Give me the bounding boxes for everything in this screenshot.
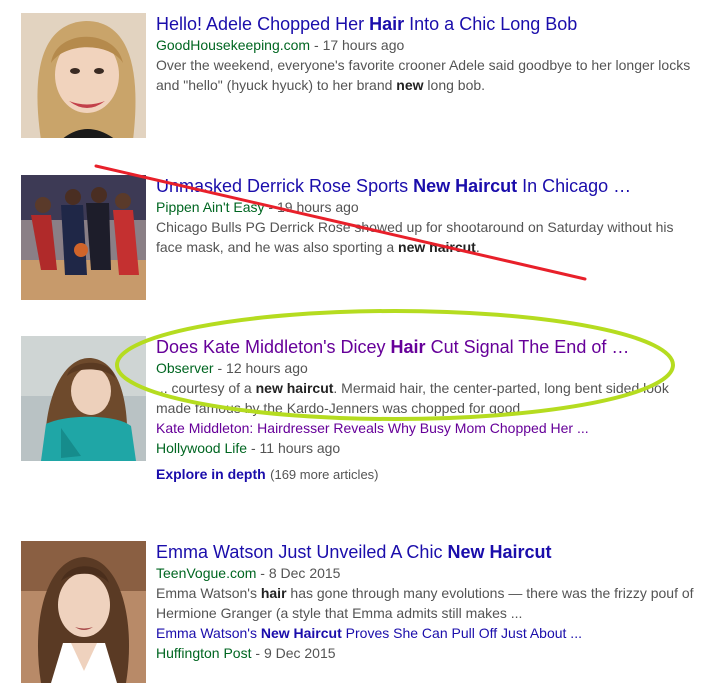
related-article-meta: Hollywood Life - 11 hours ago	[156, 438, 696, 458]
snippet-bold: new	[396, 77, 424, 93]
emma-watson-thumbnail[interactable]	[21, 541, 146, 683]
source-name: GoodHousekeeping.com	[156, 37, 311, 53]
sub-title-post: Proves She Can Pull Off Just About ...	[341, 625, 582, 641]
snippet-pre: ... courtesy of a	[156, 380, 256, 396]
meta-sep: -	[251, 645, 264, 661]
explore-in-depth-link[interactable]: Explore in depth	[156, 466, 266, 482]
title-bold: New Haircut	[413, 176, 518, 196]
publish-time: 9 Dec 2015	[263, 645, 336, 661]
related-article-link[interactable]: Kate Middleton: Hairdresser Reveals Why …	[156, 418, 696, 438]
meta-sep: -	[310, 37, 323, 53]
title-post: In Chicago …	[517, 176, 632, 196]
source-name: Pippen Ain't Easy	[156, 199, 265, 215]
result-meta: Observer - 12 hours ago	[156, 358, 696, 378]
related-article-link[interactable]: Emma Watson's New Haircut Proves She Can…	[156, 623, 696, 643]
snippet-bold: hair	[260, 585, 287, 601]
title-post: Into a Chic Long Bob	[404, 14, 578, 34]
title-pre: Unmasked Derrick Rose Sports	[156, 176, 414, 196]
title-post: Cut Signal The End of …	[425, 337, 630, 357]
source-name: Huffington Post	[156, 645, 252, 661]
snippet-bold: new haircut	[255, 380, 334, 396]
meta-sep: -	[264, 199, 277, 215]
explore-count: (169 more articles)	[270, 467, 379, 482]
result-meta: GoodHousekeeping.com - 17 hours ago	[156, 35, 696, 55]
title-pre: Emma Watson Just Unveiled A Chic	[156, 542, 448, 562]
result-snippet: Chicago Bulls PG Derrick Rose showed up …	[156, 217, 696, 257]
result-title-link[interactable]: Unmasked Derrick Rose Sports New Haircut…	[156, 175, 696, 197]
snippet-pre: Emma Watson's	[156, 585, 261, 601]
source-name: Hollywood Life	[156, 440, 248, 456]
sub-title-bold: New Haircut	[260, 625, 342, 641]
publish-time: 12 hours ago	[226, 360, 308, 376]
meta-sep: -	[247, 440, 260, 456]
result-snippet: Emma Watson's hair has gone through many…	[156, 583, 696, 623]
sub-title-pre: Emma Watson's	[156, 625, 261, 641]
related-article-meta: Huffington Post - 9 Dec 2015	[156, 643, 696, 663]
result-title-link[interactable]: Emma Watson Just Unveiled A Chic New Hai…	[156, 541, 696, 563]
snippet-post: .	[475, 239, 480, 255]
meta-sep: -	[213, 360, 227, 376]
snippet-bold: new haircut	[398, 239, 476, 255]
title-pre: Does Kate Middleton's Dicey	[156, 337, 391, 357]
result-title-link[interactable]: Hello! Adele Chopped Her Hair Into a Chi…	[156, 13, 696, 35]
title-pre: Hello! Adele Chopped Her	[156, 14, 370, 34]
result-title-link[interactable]: Does Kate Middleton's Dicey Hair Cut Sig…	[156, 336, 696, 358]
adele-thumbnail[interactable]	[21, 13, 146, 138]
publish-time: 11 hours ago	[259, 440, 341, 456]
kate-middleton-thumbnail[interactable]	[21, 336, 146, 461]
source-name: TeenVogue.com	[156, 565, 257, 581]
meta-sep: -	[256, 565, 269, 581]
title-bold: New Haircut	[447, 542, 552, 562]
explore-row: Explore in depth (169 more articles)	[156, 464, 696, 484]
derrick-rose-thumbnail[interactable]	[21, 175, 146, 300]
result-snippet: Over the weekend, everyone's favorite cr…	[156, 55, 696, 95]
source-name: Observer	[156, 360, 214, 376]
snippet-post: long bob.	[423, 77, 486, 93]
title-bold: Hair	[369, 14, 405, 34]
publish-time: 19 hours ago	[276, 199, 359, 215]
title-bold: Hair	[390, 337, 426, 357]
result-meta: Pippen Ain't Easy - 19 hours ago	[156, 197, 696, 217]
result-meta: TeenVogue.com - 8 Dec 2015	[156, 563, 696, 583]
publish-time: 8 Dec 2015	[268, 565, 341, 581]
publish-time: 17 hours ago	[322, 37, 405, 53]
result-snippet: ... courtesy of a new haircut. Mermaid h…	[156, 378, 696, 418]
